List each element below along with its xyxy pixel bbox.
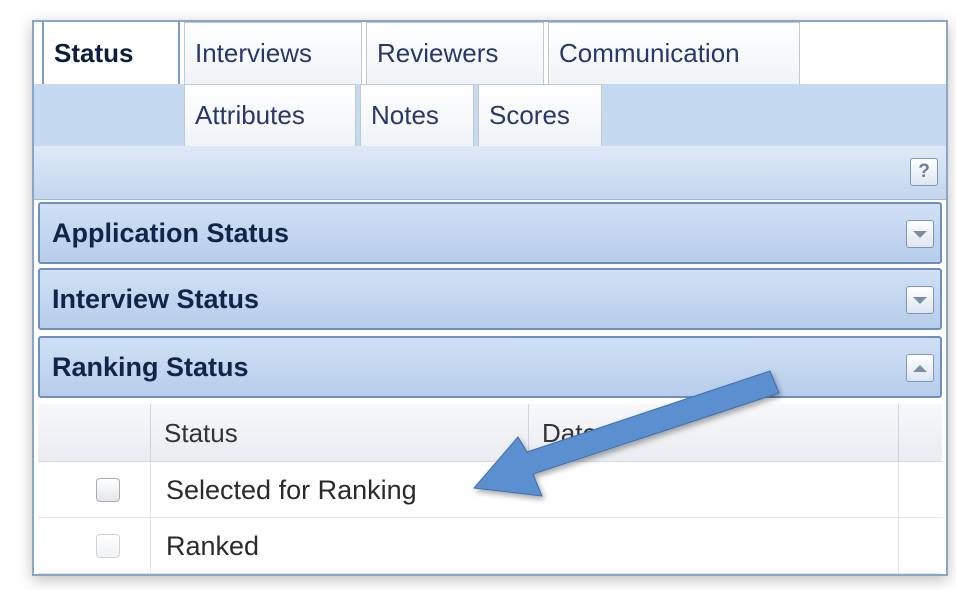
ranking-status-grid: Status Date Selected for Ranking Ranked bbox=[38, 404, 942, 574]
table-row[interactable]: Selected for Ranking bbox=[38, 462, 942, 518]
tab-scores[interactable]: Scores bbox=[478, 84, 602, 146]
help-button[interactable]: ? bbox=[910, 158, 938, 186]
expand-button[interactable] bbox=[906, 220, 934, 248]
chevron-down-icon bbox=[913, 230, 927, 238]
section-ranking-status[interactable]: Ranking Status bbox=[38, 336, 942, 398]
tab-communication[interactable]: Communication bbox=[548, 22, 800, 84]
chevron-up-icon bbox=[913, 364, 927, 372]
column-header-status[interactable]: Status bbox=[150, 404, 528, 462]
section-application-status[interactable]: Application Status bbox=[38, 202, 942, 264]
expand-button[interactable] bbox=[906, 286, 934, 314]
column-divider bbox=[898, 404, 899, 462]
column-divider bbox=[150, 462, 151, 518]
applicant-status-panel: Status Interviews Reviewers Communicatio… bbox=[32, 20, 948, 576]
panel-toolbar: ? bbox=[34, 146, 946, 200]
section-title: Application Status bbox=[52, 217, 290, 248]
tab-strip: Status Interviews Reviewers Communicatio… bbox=[34, 22, 946, 146]
column-divider bbox=[898, 518, 899, 574]
row-checkbox[interactable] bbox=[96, 534, 120, 558]
tab-attributes[interactable]: Attributes bbox=[184, 84, 356, 146]
status-label: Selected for Ranking bbox=[166, 474, 417, 505]
collapse-button[interactable] bbox=[906, 354, 934, 382]
tab-reviewers[interactable]: Reviewers bbox=[366, 22, 544, 84]
section-title: Interview Status bbox=[52, 283, 260, 314]
row-checkbox[interactable] bbox=[96, 478, 120, 502]
section-title: Ranking Status bbox=[52, 351, 249, 382]
status-label: Ranked bbox=[166, 530, 260, 561]
table-row[interactable]: Ranked bbox=[38, 518, 942, 574]
column-header-date[interactable]: Date bbox=[528, 404, 898, 462]
tab-interviews[interactable]: Interviews bbox=[184, 22, 362, 84]
tab-status[interactable]: Status bbox=[42, 22, 180, 84]
chevron-down-icon bbox=[913, 296, 927, 304]
column-divider bbox=[898, 462, 899, 518]
tab-notes[interactable]: Notes bbox=[360, 84, 474, 146]
grid-header: Status Date bbox=[38, 404, 942, 462]
column-divider bbox=[150, 518, 151, 574]
section-interview-status[interactable]: Interview Status bbox=[38, 268, 942, 330]
